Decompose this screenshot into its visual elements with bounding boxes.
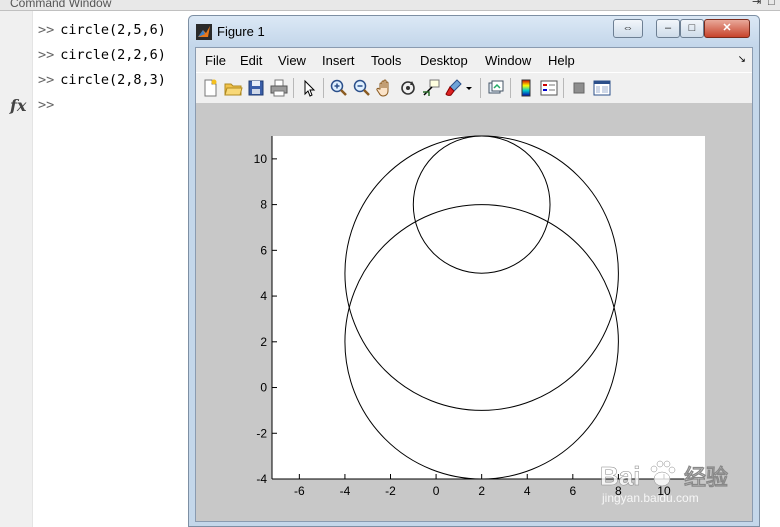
toolbar-separator — [510, 78, 511, 98]
prompt: >> — [38, 97, 55, 113]
close-button[interactable]: ✕ — [704, 19, 750, 38]
toolbar-separator — [480, 78, 481, 98]
command-line-current[interactable]: >> — [38, 97, 60, 113]
legend-icon[interactable] — [539, 78, 559, 98]
figure-titlebar[interactable]: Figure 1 ⇔ – □ ✕ — [189, 16, 759, 47]
y-tick-label: -2 — [256, 426, 267, 440]
menu-file[interactable]: File — [205, 53, 226, 68]
prompt: >> — [38, 72, 55, 88]
chevron-down-icon[interactable] — [464, 78, 474, 98]
restore-button[interactable]: ⇔ — [613, 19, 643, 38]
x-tick-label: 4 — [524, 484, 531, 498]
figure-toolbar — [196, 72, 752, 104]
watermark-brand: Bai — [600, 461, 640, 491]
prompt: >> — [38, 47, 55, 63]
toolbar-separator — [323, 78, 324, 98]
paw-icon — [650, 460, 676, 487]
maximize-button[interactable]: □ — [680, 19, 704, 38]
hide-plot-tools-icon[interactable] — [569, 78, 589, 98]
x-tick-label: 6 — [569, 484, 576, 498]
pointer-icon[interactable] — [299, 78, 319, 98]
x-tick-label: 0 — [433, 484, 440, 498]
colorbar-icon[interactable] — [516, 78, 536, 98]
x-tick-label: -4 — [340, 484, 351, 498]
y-tick-label: 8 — [260, 198, 267, 212]
x-tick-label: 2 — [478, 484, 485, 498]
toolbar-separator — [293, 78, 294, 98]
maximize-icon[interactable]: □ — [768, 0, 775, 8]
figure-title: Figure 1 — [217, 24, 265, 39]
brush-icon[interactable] — [444, 78, 464, 98]
command-line-3[interactable]: >> circle(2,8,3) — [38, 72, 166, 88]
figure-menubar: File Edit View Insert Tools Desktop Wind… — [196, 48, 752, 72]
function-browser-icon[interactable]: fx — [10, 96, 26, 115]
y-tick-label: 10 — [254, 152, 268, 166]
link-plot-icon[interactable] — [486, 78, 506, 98]
menu-window[interactable]: Window — [485, 53, 531, 68]
menu-overflow-icon[interactable]: ↘ — [738, 54, 746, 65]
y-tick-label: 2 — [260, 335, 267, 349]
toolbar-separator — [563, 78, 564, 98]
menu-edit[interactable]: Edit — [240, 53, 262, 68]
menu-tools[interactable]: Tools — [371, 53, 401, 68]
watermark-url: jingyan.baidu.com — [602, 491, 699, 505]
save-icon[interactable] — [246, 78, 266, 98]
rotate-icon[interactable] — [398, 78, 418, 98]
prompt: >> — [38, 22, 55, 38]
show-plot-tools-icon[interactable] — [592, 78, 612, 98]
y-tick-label: 4 — [260, 289, 267, 303]
figure-client-area: File Edit View Insert Tools Desktop Wind… — [195, 47, 753, 522]
command-window-title: Command Window — [10, 0, 112, 10]
command-line-1[interactable]: >> circle(2,5,6) — [38, 22, 166, 38]
data-cursor-icon[interactable] — [421, 78, 441, 98]
y-tick-label: -4 — [256, 472, 267, 486]
command-text: circle(2,5,6) — [60, 22, 166, 38]
menu-view[interactable]: View — [278, 53, 306, 68]
zoom-out-icon[interactable] — [352, 78, 372, 98]
figure-window: Figure 1 ⇔ – □ ✕ File Edit View Insert T… — [188, 15, 760, 527]
menu-desktop[interactable]: Desktop — [420, 53, 468, 68]
y-tick-label: 0 — [260, 381, 267, 395]
menu-insert[interactable]: Insert — [322, 53, 355, 68]
menu-help[interactable]: Help — [548, 53, 575, 68]
matlab-logo-icon — [196, 24, 212, 40]
watermark-suffix: 经验 — [684, 465, 728, 491]
command-window-gutter — [0, 11, 33, 527]
new-figure-icon[interactable] — [200, 78, 220, 98]
command-text: circle(2,8,3) — [60, 72, 166, 88]
y-tick-label: 6 — [260, 243, 267, 257]
command-window-titlebar: Command Window ⇥ □ — [0, 0, 780, 11]
undock-icon[interactable]: ⇥ — [752, 0, 761, 8]
pan-icon[interactable] — [375, 78, 395, 98]
x-tick-label: -2 — [385, 484, 396, 498]
open-file-icon[interactable] — [223, 78, 243, 98]
command-text: circle(2,2,6) — [60, 47, 166, 63]
x-tick-label: -6 — [294, 484, 305, 498]
axes-background — [272, 136, 705, 479]
zoom-in-icon[interactable] — [329, 78, 349, 98]
command-line-2[interactable]: >> circle(2,2,6) — [38, 47, 166, 63]
print-icon[interactable] — [269, 78, 289, 98]
minimize-button[interactable]: – — [656, 19, 680, 38]
